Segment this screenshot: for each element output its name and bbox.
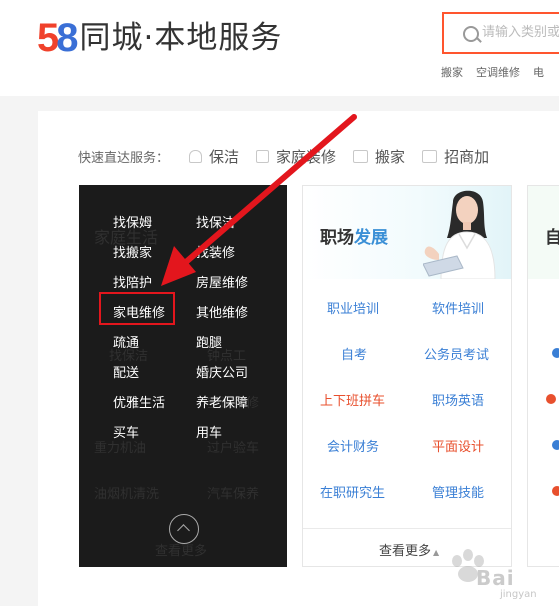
link-fragment[interactable] — [552, 440, 559, 450]
search-box[interactable]: 请输入类别或 — [442, 12, 559, 54]
quick-services-label: 快速直达服务： — [78, 150, 170, 166]
popup-link[interactable]: 买车 — [113, 422, 139, 441]
site-logo[interactable]: 58 同城·本地服务 — [37, 18, 282, 58]
link-fragment[interactable] — [546, 394, 556, 404]
career-link[interactable]: 软件培训 — [432, 298, 484, 317]
logo-text: 同城·本地服务 — [79, 20, 283, 56]
highlight-box — [99, 292, 175, 325]
ghost-item: 汽车保养 — [207, 487, 260, 502]
career-link[interactable]: 自考 — [341, 344, 367, 363]
home-life-popup: 家庭生活 找保洁 钟点工 空调维修 重力机油 过户验车 油烟机清洗 汽车保养 查… — [79, 185, 287, 567]
view-more-link[interactable]: 查看更多 ▲ — [379, 540, 439, 559]
quick-service-cleaning[interactable]: 保洁 — [189, 146, 239, 167]
popup-link[interactable]: 优雅生活 — [113, 392, 165, 411]
quick-services-bar: 快速直达服务： 保洁 家庭装修 搬家 招商加 — [78, 144, 506, 168]
watermark-text: Bai — [476, 566, 515, 590]
link-fragment[interactable] — [552, 348, 559, 358]
popup-link[interactable]: 找保洁 — [196, 212, 235, 231]
career-link[interactable]: 公务员考试 — [424, 344, 489, 363]
popup-link[interactable]: 跑腿 — [196, 332, 222, 351]
caret-up-icon: ▲ — [433, 548, 440, 557]
popup-link[interactable]: 其他维修 — [196, 302, 248, 321]
popup-link[interactable]: 找陪护 — [113, 272, 152, 291]
ghost-item: 油烟机清洗 — [94, 487, 160, 502]
career-link[interactable]: 会计财务 — [327, 436, 379, 455]
popup-link[interactable]: 养老保障 — [196, 392, 248, 411]
popup-link[interactable]: 配送 — [113, 362, 139, 381]
next-card-title: 自 — [545, 228, 559, 248]
career-card: 职场发展 职业培训 软件培训 自考 公务员考试 上下班拼车 职场英语 会计财务 … — [302, 185, 512, 567]
popup-link[interactable]: 找装修 — [196, 242, 235, 261]
career-link[interactable]: 职场英语 — [432, 390, 484, 409]
career-link[interactable]: 管理技能 — [432, 482, 484, 501]
popup-link[interactable]: 找搬家 — [113, 242, 152, 261]
hot-link[interactable]: 搬家 — [441, 66, 463, 79]
career-link[interactable]: 上下班拼车 — [320, 390, 385, 409]
popup-link[interactable]: 婚庆公司 — [196, 362, 248, 381]
collapse-up-icon[interactable] — [169, 514, 199, 544]
career-link[interactable]: 职业培训 — [327, 298, 379, 317]
next-card-banner: 自 — [528, 186, 559, 279]
popup-links: 找保姆 找保洁 找搬家 找装修 找陪护 房屋维修 家电维修 其他维修 疏通 跑腿… — [79, 185, 287, 485]
popup-link[interactable]: 房屋维修 — [196, 272, 248, 291]
hot-link[interactable]: 电 — [533, 66, 544, 79]
logo-number: 58 — [37, 16, 79, 60]
quick-service-moving[interactable]: 搬家 — [353, 146, 405, 167]
search-icon — [463, 26, 479, 42]
career-banner: 职场发展 — [303, 186, 511, 279]
paint-roller-icon — [256, 149, 270, 163]
popup-link[interactable]: 用车 — [196, 422, 222, 441]
hot-link[interactable]: 空调维修 — [476, 66, 520, 79]
career-card-title: 职场发展 — [320, 228, 388, 248]
popup-link[interactable]: 疏通 — [113, 332, 139, 351]
truck-icon — [353, 149, 369, 163]
next-category-card: 自 — [527, 185, 559, 567]
header: 58 同城·本地服务 请输入类别或 搬家 空调维修电 — [0, 0, 559, 96]
career-link[interactable]: 平面设计 — [432, 436, 484, 455]
popup-link[interactable]: 找保姆 — [113, 212, 152, 231]
search-input[interactable]: 请输入类别或 — [482, 14, 559, 52]
businesswoman-illustration — [423, 190, 496, 279]
briefcase-icon — [422, 149, 438, 163]
hot-links: 搬家 空调维修电 — [441, 64, 557, 80]
quick-service-renovation[interactable]: 家庭装修 — [256, 146, 336, 167]
quick-service-franchise[interactable]: 招商加 — [422, 146, 489, 167]
card-divider — [303, 528, 511, 529]
spray-bottle-icon — [189, 149, 203, 163]
career-link[interactable]: 在职研究生 — [320, 482, 385, 501]
link-fragment[interactable] — [552, 486, 559, 496]
watermark-subtext: jingyan — [500, 589, 537, 600]
